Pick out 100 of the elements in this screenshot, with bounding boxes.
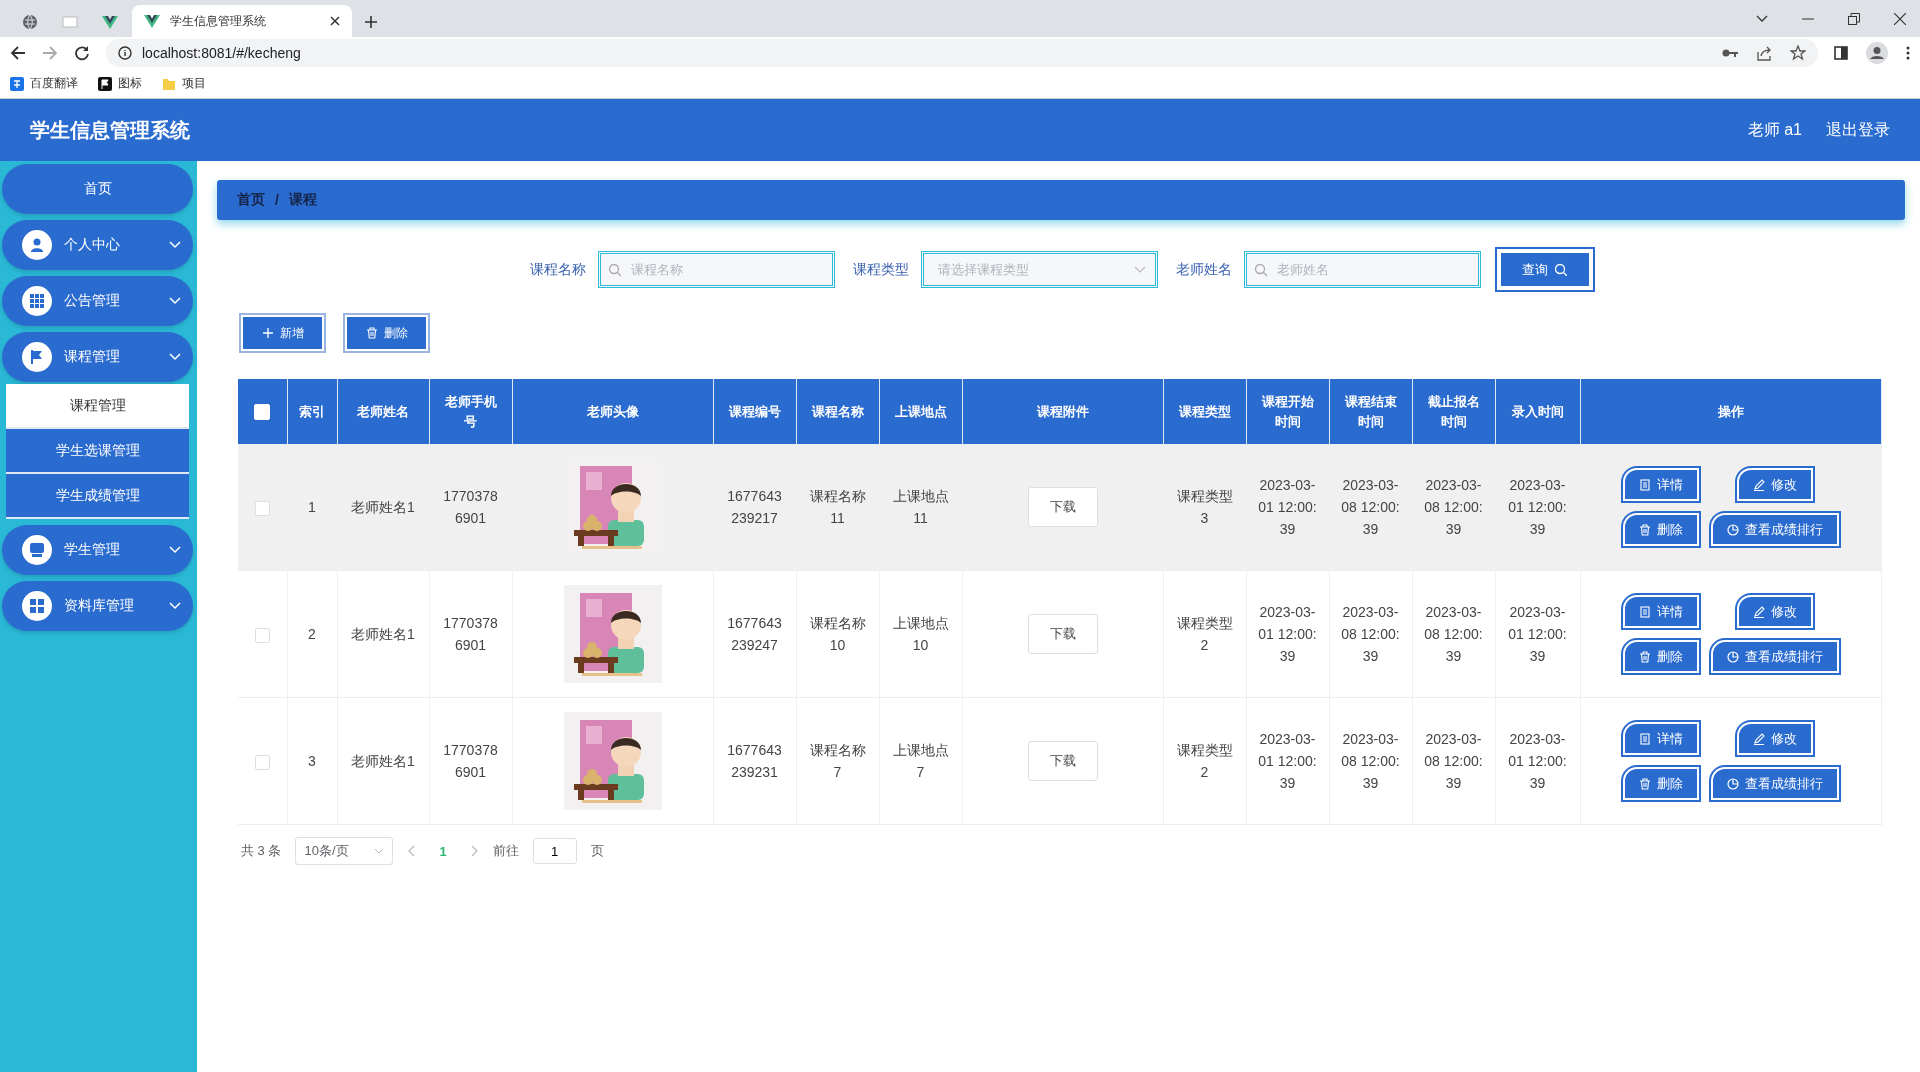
close-icon[interactable] xyxy=(1894,12,1906,25)
table-cell-text: 17703786901 xyxy=(442,741,499,782)
field-label: 老师姓名 xyxy=(1175,260,1232,279)
table-cell: 老师姓名1 xyxy=(351,753,415,769)
breadcrumb-item[interactable]: 课程 xyxy=(288,191,317,209)
table-cell-text: 1 xyxy=(308,498,316,517)
download-button[interactable]: 下载 xyxy=(1027,741,1098,781)
vue-logo-icon[interactable] xyxy=(102,14,118,30)
edit-button[interactable]: 修改 xyxy=(1736,722,1813,755)
document-icon xyxy=(1638,732,1651,745)
share-icon[interactable] xyxy=(1756,45,1772,61)
plus-icon[interactable] xyxy=(364,15,378,29)
chevron-down-icon[interactable] xyxy=(1756,14,1768,23)
flag-icon[interactable] xyxy=(98,76,112,91)
delete-button[interactable]: 删除 xyxy=(343,313,430,353)
page-size-select[interactable]: 10条/页 xyxy=(295,837,394,865)
total-count: 共 3 条 xyxy=(241,842,282,860)
column-header: 课程类型 xyxy=(1178,402,1231,421)
table-cell-text: 2023-03-01 12:00:39 xyxy=(1507,730,1568,793)
sidebar-menu[interactable]: 课程管理 xyxy=(2,332,193,382)
table-cell-text: 17703786901 xyxy=(442,487,499,528)
key-icon[interactable] xyxy=(1722,48,1738,58)
back-arrow-icon[interactable] xyxy=(10,45,26,61)
url-text: localhost:8081/#/kecheng xyxy=(142,45,301,61)
column-header: 课程编号 xyxy=(728,402,781,421)
submenu-item[interactable]: 学生成绩管理 xyxy=(6,474,189,517)
page-input[interactable]: 1 xyxy=(532,838,577,864)
delete-button[interactable]: 删除 xyxy=(1622,640,1699,673)
search-field[interactable]: 课程名称 xyxy=(597,251,835,288)
row-checkbox[interactable] xyxy=(254,754,270,770)
sidebar-menu[interactable]: 公告管理 xyxy=(2,276,193,326)
more-menu-icon[interactable] xyxy=(1906,46,1910,60)
column-header: 老师姓名 xyxy=(337,379,429,444)
add-button[interactable]: 新增 xyxy=(239,313,326,353)
table-cell-text: 课程名称10 xyxy=(808,614,867,655)
bookmark-link[interactable]: 百度翻译 xyxy=(30,75,78,92)
star-icon[interactable] xyxy=(1790,45,1806,61)
restore-icon[interactable] xyxy=(1848,12,1860,25)
sidebar-item[interactable]: 首页 xyxy=(2,164,193,214)
edit-button[interactable]: 修改 xyxy=(1736,468,1813,501)
submenu-item[interactable]: 课程管理 xyxy=(6,384,189,427)
page-number[interactable]: 1 xyxy=(429,843,457,859)
chevron-down-icon xyxy=(374,848,385,854)
address-bar[interactable]: localhost:8081/#/kecheng xyxy=(106,39,1818,67)
download-button[interactable]: 下载 xyxy=(1027,614,1098,654)
table-cell-text: 2 xyxy=(308,625,316,644)
info-icon xyxy=(118,46,132,60)
column-header: 老师头像 xyxy=(512,379,713,444)
side-panel-icon[interactable] xyxy=(1834,46,1848,60)
table-cell-text: 2023-03-08 12:00:39 xyxy=(1340,476,1401,539)
chevron-down-icon xyxy=(169,241,181,249)
browser-tab[interactable]: 学生信息管理系统 xyxy=(132,5,352,37)
submenu-item[interactable]: 学生选课管理 xyxy=(6,429,189,472)
sidebar-menu[interactable]: 个人中心 xyxy=(2,220,193,270)
detail-button[interactable]: 详情 xyxy=(1622,468,1699,501)
detail-button[interactable]: 详情 xyxy=(1622,722,1699,755)
breadcrumb-item[interactable]: 首页 xyxy=(237,191,265,209)
person-badge-icon xyxy=(22,230,52,260)
sidebar-menu[interactable]: 学生管理 xyxy=(2,525,193,575)
table-cell-text: 课程类型2 xyxy=(1175,741,1234,782)
detail-button[interactable]: 详情 xyxy=(1622,595,1699,628)
bookmark-link[interactable]: 图标 xyxy=(118,75,142,92)
table-cell: 老师姓名1 xyxy=(351,626,415,642)
row-checkbox[interactable] xyxy=(254,500,270,516)
minimize-icon[interactable] xyxy=(1802,17,1814,20)
table-cell-text: 1677643239231 xyxy=(726,741,783,782)
goto-label: 前往 xyxy=(492,842,519,860)
sidebar-menu[interactable]: 资料库管理 xyxy=(2,581,193,631)
edit-button[interactable]: 修改 xyxy=(1736,595,1813,628)
pencil-icon xyxy=(1752,605,1765,618)
delete-button[interactable]: 删除 xyxy=(1622,513,1699,546)
trash-icon xyxy=(365,327,378,339)
ranking-button[interactable]: 查看成绩排行 xyxy=(1710,767,1839,800)
logout-link[interactable]: 退出登录 xyxy=(1826,119,1890,141)
select-all-checkbox[interactable] xyxy=(254,404,271,421)
column-header: 老师手机号 xyxy=(443,392,498,431)
table-cell-text: 2023-03-01 12:00:39 xyxy=(1507,603,1568,666)
close-icon[interactable] xyxy=(330,16,340,26)
search-field[interactable]: 老师姓名 xyxy=(1243,251,1481,288)
table-cell-text: 2023-03-08 12:00:39 xyxy=(1423,476,1484,539)
column-header: 操作 xyxy=(1580,379,1882,444)
dropdown-field[interactable]: 请选择课程类型 xyxy=(920,251,1158,288)
column-header: 课程开始时间 xyxy=(1260,392,1315,431)
bookmark-link[interactable]: 项目 xyxy=(182,75,206,92)
globe-icon[interactable] xyxy=(22,14,38,30)
table-cell-text: 2023-03-08 12:00:39 xyxy=(1423,603,1484,666)
row-checkbox[interactable] xyxy=(254,627,270,643)
field-label: 课程名称 xyxy=(529,260,586,279)
delete-button[interactable]: 删除 xyxy=(1622,767,1699,800)
table-cell-text: 2023-03-08 12:00:39 xyxy=(1423,730,1484,793)
trash-icon xyxy=(1638,650,1651,663)
table-cell-text: 1677643239217 xyxy=(726,487,783,528)
chevron-down-icon xyxy=(169,546,181,554)
ranking-button[interactable]: 查看成绩排行 xyxy=(1710,640,1839,673)
ranking-button[interactable]: 查看成绩排行 xyxy=(1710,513,1839,546)
reload-icon[interactable] xyxy=(74,45,90,61)
pie-chart-icon xyxy=(1726,650,1739,663)
download-button[interactable]: 下载 xyxy=(1027,487,1098,527)
translate-icon[interactable] xyxy=(10,76,24,91)
profile-icon[interactable] xyxy=(1866,42,1888,64)
